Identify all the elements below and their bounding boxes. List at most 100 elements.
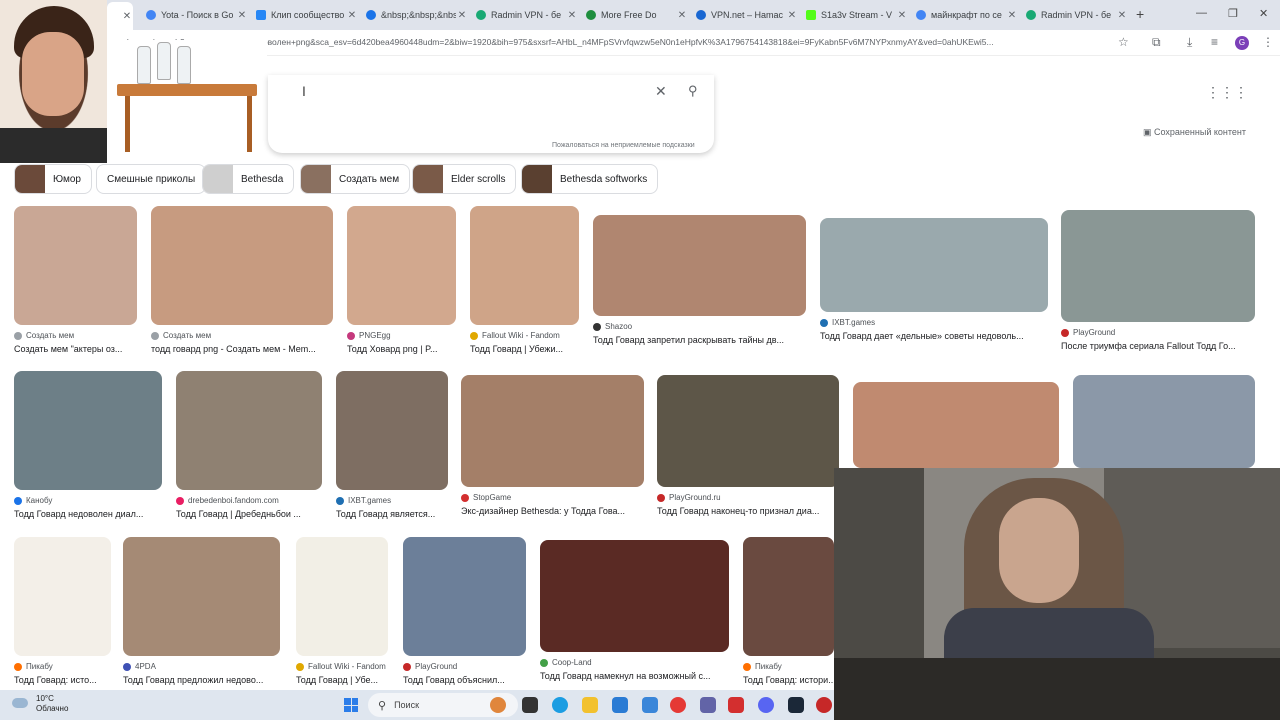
minimize-icon[interactable]: — xyxy=(1196,7,1207,19)
menu-icon[interactable]: ⋮ xyxy=(1262,35,1274,49)
search-box[interactable]: I ✕ ⚲ Пожаловаться на неприемлемые подск… xyxy=(268,75,714,153)
extensions-icon[interactable]: ⧉ xyxy=(1152,35,1161,50)
teams-icon[interactable] xyxy=(700,697,716,713)
result-image[interactable] xyxy=(347,206,456,325)
result-image[interactable] xyxy=(14,371,162,490)
steam-icon[interactable] xyxy=(788,697,804,713)
wildberries-icon[interactable] xyxy=(728,697,744,713)
result-image[interactable] xyxy=(853,382,1059,468)
result-source: Создать мем xyxy=(14,331,137,340)
result-image[interactable] xyxy=(14,206,137,325)
search-icon[interactable]: ⚲ xyxy=(688,83,698,99)
result-image[interactable] xyxy=(743,537,834,656)
discord-icon[interactable] xyxy=(758,697,774,713)
result-image[interactable] xyxy=(403,537,526,656)
result-caption[interactable]: Создать мем Создать мем "актеры оз... xyxy=(14,331,137,354)
mail-icon[interactable] xyxy=(642,697,658,713)
result-caption[interactable]: Пикабу Тодд Говард: исто... xyxy=(14,662,124,685)
globe-icon xyxy=(366,10,376,20)
result-caption[interactable]: drebedenboi.fandom.com Тодд Говард | Дреб… xyxy=(176,496,322,519)
task-view-icon[interactable] xyxy=(522,697,538,713)
close-icon[interactable]: ✕ xyxy=(786,10,798,21)
result-image[interactable] xyxy=(1073,375,1255,468)
result-caption[interactable]: PlayGround.ru Тодд Говард наконец-то приз… xyxy=(657,493,839,516)
chip-create-meme[interactable]: Создать мем xyxy=(300,164,411,194)
result-image[interactable] xyxy=(296,537,388,656)
result-image[interactable] xyxy=(1061,210,1255,322)
source-favicon-icon xyxy=(347,331,355,340)
bottle xyxy=(137,46,151,84)
result-caption[interactable]: StopGame Экс-дизайнер Bethesda: у Тодда Г… xyxy=(461,493,644,516)
result-caption[interactable]: Fallout Wiki - Fandom Тодд Говард | Убе..… xyxy=(296,662,406,685)
tab-vk[interactable]: Клип сообщество ✕ xyxy=(250,4,358,26)
result-image[interactable] xyxy=(657,375,839,487)
chip-label: Юмор xyxy=(53,173,81,185)
apps-grid-icon[interactable]: ⋮⋮⋮ xyxy=(1206,84,1248,101)
result-image[interactable] xyxy=(14,537,111,656)
result-caption[interactable]: IXBT.games Тодд Говард дает «дельные» сов… xyxy=(820,318,1048,341)
media-icon[interactable]: ≡ xyxy=(1211,35,1218,49)
weather-widget[interactable]: 10°C Облачно xyxy=(10,694,68,714)
result-caption[interactable]: Fallout Wiki - Fandom Тодд Говард | Убежи… xyxy=(470,331,580,354)
result-caption[interactable]: Coop-Land Тодд Говард намекнул на возможн… xyxy=(540,658,729,681)
close-icon[interactable]: ✕ xyxy=(236,10,248,21)
tab-minecraft[interactable]: майнкрафт по се ✕ xyxy=(910,4,1018,26)
opera-icon[interactable] xyxy=(670,697,686,713)
chip-elder-scrolls[interactable]: Elder scrolls xyxy=(412,164,517,194)
result-caption[interactable]: IXBT.games Тодд Говард является... xyxy=(336,496,448,519)
chip-funny[interactable]: Смешные приколы xyxy=(96,164,207,194)
maximize-icon[interactable]: ❐ xyxy=(1228,7,1238,20)
result-image[interactable] xyxy=(336,371,448,490)
close-icon[interactable]: ✕ xyxy=(1116,10,1128,21)
result-image[interactable] xyxy=(540,540,729,652)
result-image[interactable] xyxy=(151,206,333,325)
chip-bethesda[interactable]: Bethesda xyxy=(202,164,295,194)
result-source-name: Пикабу xyxy=(755,662,782,671)
result-caption[interactable]: PlayGround Тодд Говард объяснил... xyxy=(403,662,526,685)
app-icon[interactable] xyxy=(816,697,832,713)
result-caption[interactable]: PlayGround После триумфа сериала Fallout … xyxy=(1061,328,1255,351)
close-icon[interactable]: ✕ xyxy=(566,10,578,21)
result-image[interactable] xyxy=(820,218,1048,312)
new-tab-icon[interactable]: + xyxy=(1136,6,1144,22)
window-close-icon[interactable]: ✕ xyxy=(1259,7,1268,20)
store-icon[interactable] xyxy=(612,697,628,713)
tab-active[interactable]: ✕ xyxy=(107,2,133,30)
chip-humor[interactable]: Юмор xyxy=(14,164,92,194)
file-explorer-icon[interactable] xyxy=(582,697,598,713)
result-image[interactable] xyxy=(593,215,806,316)
windows-start-icon[interactable] xyxy=(344,698,358,712)
result-image[interactable] xyxy=(123,537,280,656)
tab-yota[interactable]: Yota - Поиск в Go ✕ xyxy=(140,4,248,26)
tab-morefree[interactable]: More Free Do ✕ xyxy=(580,4,688,26)
download-icon[interactable]: ⤓ xyxy=(1187,35,1192,50)
close-icon[interactable]: ✕ xyxy=(896,10,908,21)
close-icon[interactable]: ✕ xyxy=(121,11,133,22)
report-suggestions-link[interactable]: Пожаловаться на неприемлемые подсказки xyxy=(552,142,695,149)
close-icon[interactable]: ✕ xyxy=(1006,10,1018,21)
tab-nbsp[interactable]: &nbsp;&nbsp;&nbsp;: ✕ xyxy=(360,4,468,26)
close-icon[interactable]: ✕ xyxy=(676,10,688,21)
clear-icon[interactable]: ✕ xyxy=(655,83,667,100)
result-caption[interactable]: Канобу Тодд Говард недоволен диал... xyxy=(14,496,162,519)
result-caption[interactable]: Shazoo Тодд Говард запретил раскрывать та… xyxy=(593,322,806,345)
close-icon[interactable]: ✕ xyxy=(456,10,468,21)
result-caption[interactable]: PNGEgg Тодд Ховард png | P... xyxy=(347,331,457,354)
tab-stream[interactable]: S1a3v Stream - V ✕ xyxy=(800,4,908,26)
result-image[interactable] xyxy=(176,371,322,490)
chip-bethesda-softworks[interactable]: Bethesda softworks xyxy=(521,164,659,194)
result-caption[interactable]: 4PDA Тодд Говард предложил недово... xyxy=(123,662,280,685)
result-caption[interactable]: Создать мем тодд говард png - Создать мем… xyxy=(151,331,333,354)
result-image[interactable] xyxy=(461,375,644,487)
result-image[interactable] xyxy=(470,206,579,325)
source-favicon-icon xyxy=(1061,328,1069,337)
tab-radmin[interactable]: Radmin VPN - бе ✕ xyxy=(470,4,578,26)
star-icon[interactable]: ☆ xyxy=(1118,35,1129,49)
close-icon[interactable]: ✕ xyxy=(346,10,358,21)
profile-avatar[interactable]: G xyxy=(1235,36,1249,50)
edge-icon[interactable] xyxy=(552,697,568,713)
burger-icon[interactable] xyxy=(490,697,506,713)
tab-vpnnet[interactable]: VPN.net – Hamac ✕ xyxy=(690,4,798,26)
tab-radmin-2[interactable]: Radmin VPN - бе ✕ xyxy=(1020,4,1128,26)
saved-content-link[interactable]: ▣ Сохраненный контент xyxy=(1143,127,1246,138)
